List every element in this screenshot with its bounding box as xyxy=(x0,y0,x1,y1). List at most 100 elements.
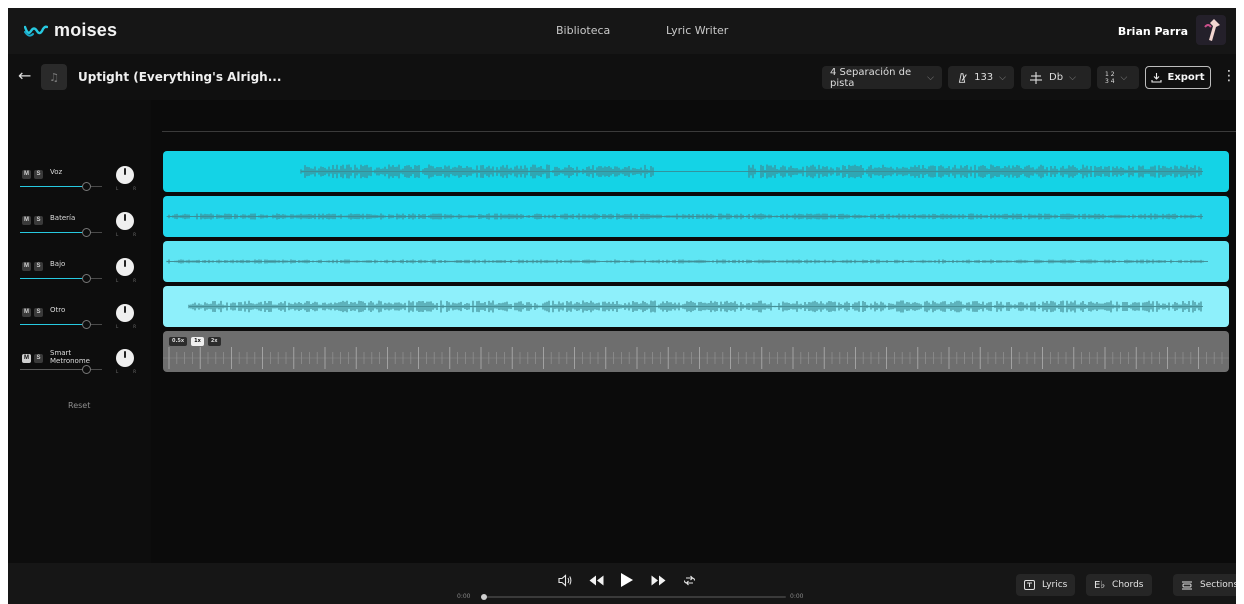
waveform xyxy=(300,164,1203,179)
waveform-track-voz[interactable] xyxy=(163,151,1229,192)
volume-slider[interactable] xyxy=(20,274,102,283)
brand-logo[interactable]: moises xyxy=(24,20,117,41)
transport-bar: 0:00 0:00 Lyrics E♭ Chords Sections xyxy=(8,563,1236,604)
music-note-icon: ♫ xyxy=(49,70,59,84)
loop-icon[interactable] xyxy=(683,574,696,587)
waveform-track-bajo[interactable] xyxy=(163,241,1229,282)
pan-scale: LR xyxy=(116,278,136,283)
fast-forward-icon[interactable] xyxy=(651,575,666,586)
back-arrow-icon[interactable]: ← xyxy=(18,67,31,85)
waveform-track-metronome[interactable]: 0.5x 1x 2x xyxy=(163,331,1229,372)
chord-symbol-icon: E♭ xyxy=(1094,579,1106,591)
tuning-fork-icon xyxy=(1030,71,1042,84)
sections-button[interactable]: Sections xyxy=(1173,574,1236,596)
chords-label: Chords xyxy=(1112,580,1144,590)
pan-scale: LR xyxy=(116,186,136,191)
brand-name: moises xyxy=(54,20,118,40)
moises-logo-icon xyxy=(24,25,48,37)
mute-button[interactable]: M xyxy=(22,262,31,271)
sections-label: Sections xyxy=(1200,580,1236,590)
separation-label: 4 Separación de pista xyxy=(830,66,912,89)
nav-link-lyric-writer[interactable]: Lyric Writer xyxy=(666,24,728,37)
mute-button[interactable]: M xyxy=(22,354,31,363)
volume-slider-handle[interactable] xyxy=(81,228,91,237)
chevron-down-icon: ⌵ xyxy=(999,72,1006,83)
track-name: Batería xyxy=(50,214,76,222)
download-icon xyxy=(1151,73,1163,83)
speed-button-0-5x[interactable]: 0.5x xyxy=(169,337,188,346)
waveform xyxy=(166,213,1203,220)
key-value: Db xyxy=(1049,72,1064,83)
volume-slider-handle[interactable] xyxy=(81,274,91,283)
play-icon[interactable] xyxy=(620,572,634,588)
track-name: Bajo xyxy=(50,260,66,268)
mixer-panel: M S Voz LR M S Batería LR M S Bajo LR M … xyxy=(8,100,151,563)
mixer-track: M S Voz LR xyxy=(20,162,148,196)
app-window: moises Biblioteca Lyric Writer Brian Par… xyxy=(8,8,1236,604)
kebab-menu-icon[interactable]: ⋮ xyxy=(1222,68,1236,84)
chevron-down-icon: ⌵ xyxy=(1069,72,1076,83)
seek-bar[interactable] xyxy=(481,594,786,600)
bpm-value: 133 xyxy=(974,72,994,83)
waveform-track-otro[interactable] xyxy=(163,286,1229,327)
metronome-ticks xyxy=(163,347,1229,369)
pan-knob[interactable] xyxy=(116,212,134,230)
avatar[interactable] xyxy=(1196,15,1226,45)
waveform-track-bateria[interactable] xyxy=(163,196,1229,237)
pan-knob[interactable] xyxy=(116,304,134,322)
export-button[interactable]: Export xyxy=(1145,66,1211,89)
volume-slider-handle[interactable] xyxy=(81,320,91,329)
song-thumbnail: ♫ xyxy=(41,64,67,90)
user-name[interactable]: Brian Parra xyxy=(1118,25,1188,38)
reset-button[interactable]: Reset xyxy=(68,401,90,410)
volume-slider[interactable] xyxy=(20,182,102,191)
metronome-icon xyxy=(958,72,967,83)
solo-button[interactable]: S xyxy=(34,354,43,363)
pan-knob[interactable] xyxy=(116,258,134,276)
song-title: Uptight (Everything's Alrigh... xyxy=(78,70,282,84)
solo-button[interactable]: S xyxy=(34,262,43,271)
export-label: Export xyxy=(1167,72,1205,83)
metronome-speed-group: 0.5x 1x 2x xyxy=(169,337,221,346)
speed-button-2x[interactable]: 2x xyxy=(207,337,221,346)
volume-slider[interactable] xyxy=(20,365,102,374)
track-name: Smart Metronome xyxy=(50,349,90,365)
lyrics-icon xyxy=(1024,580,1035,590)
track-name: Otro xyxy=(50,306,66,314)
top-navigation: moises Biblioteca Lyric Writer Brian Par… xyxy=(8,8,1236,54)
lyrics-label: Lyrics xyxy=(1042,580,1068,590)
mixer-track-metronome: M S Smart Metronome LR xyxy=(20,345,148,379)
seek-bar-handle[interactable] xyxy=(481,594,487,600)
mute-button[interactable]: M xyxy=(22,170,31,179)
volume-icon[interactable] xyxy=(558,574,572,587)
timeline-ruler xyxy=(162,131,1236,132)
mute-button[interactable]: M xyxy=(22,216,31,225)
track-separation-select[interactable]: 4 Separación de pista ⌵ xyxy=(822,66,942,89)
volume-slider[interactable] xyxy=(20,228,102,237)
bpm-select[interactable]: 133 ⌵ xyxy=(948,66,1014,89)
pan-knob[interactable] xyxy=(116,349,134,367)
time-signature: 1 2 3 4 xyxy=(1105,70,1115,85)
mixer-track: M S Bajo LR xyxy=(20,254,148,288)
rewind-icon[interactable] xyxy=(589,575,604,586)
solo-button[interactable]: S xyxy=(34,216,43,225)
pan-scale: LR xyxy=(116,369,136,374)
volume-slider-handle[interactable] xyxy=(81,365,91,374)
nav-link-biblioteca[interactable]: Biblioteca xyxy=(556,24,610,37)
volume-slider-handle[interactable] xyxy=(81,182,91,191)
lyrics-button[interactable]: Lyrics xyxy=(1016,574,1076,596)
speed-button-1x[interactable]: 1x xyxy=(191,337,204,346)
volume-slider[interactable] xyxy=(20,320,102,329)
waveform xyxy=(166,259,1208,264)
chevron-down-icon: ⌵ xyxy=(1120,72,1128,83)
chevron-down-icon: ⌵ xyxy=(927,72,934,83)
solo-button[interactable]: S xyxy=(34,308,43,317)
time-total: 0:00 xyxy=(790,593,804,600)
solo-button[interactable]: S xyxy=(34,170,43,179)
time-signature-select[interactable]: 1 2 3 4 ⌵ xyxy=(1097,66,1139,89)
key-select[interactable]: Db ⌵ xyxy=(1021,66,1091,89)
song-header: ← ♫ Uptight (Everything's Alrigh... 4 Se… xyxy=(8,54,1236,100)
mute-button[interactable]: M xyxy=(22,308,31,317)
pan-knob[interactable] xyxy=(116,166,134,184)
chords-button[interactable]: E♭ Chords xyxy=(1086,574,1152,596)
